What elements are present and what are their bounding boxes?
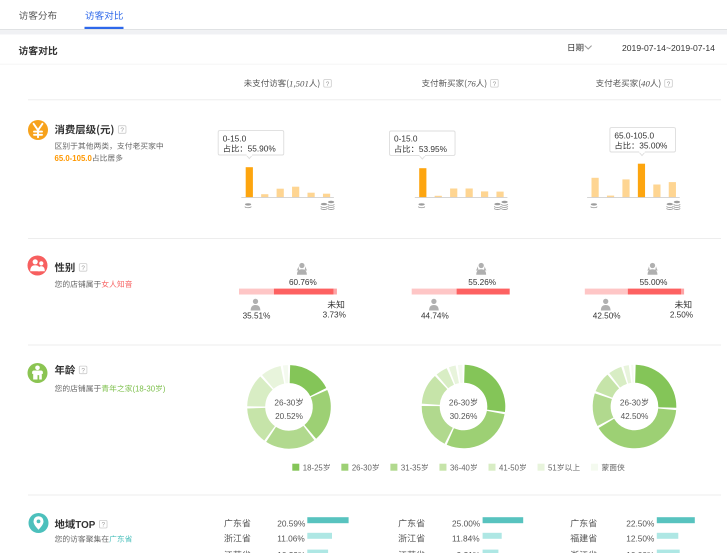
- svg-text:12.50%: 12.50%: [626, 534, 655, 544]
- svg-text:0-15.0: 0-15.0: [223, 133, 247, 143]
- svg-text:?: ?: [493, 81, 497, 88]
- svg-text:?: ?: [81, 367, 85, 374]
- svg-text:?: ?: [667, 81, 671, 88]
- svg-text:35.51%: 35.51%: [243, 311, 271, 320]
- svg-text:26-30: 26-30: [352, 463, 373, 472]
- svg-text:26-30: 26-30: [620, 398, 641, 407]
- svg-text:TOP: TOP: [75, 520, 95, 531]
- svg-text:65.0-105.0: 65.0-105.0: [614, 130, 654, 140]
- svg-text:55.26%: 55.26%: [468, 278, 496, 287]
- svg-text:3.73%: 3.73%: [323, 310, 346, 319]
- svg-text:18-25: 18-25: [303, 463, 324, 472]
- svg-text:26-30: 26-30: [449, 398, 470, 407]
- svg-text:76: 76: [467, 78, 476, 88]
- svg-text:44.74%: 44.74%: [421, 311, 449, 320]
- svg-text:0-15.0: 0-15.0: [394, 134, 418, 144]
- svg-text:42.50%: 42.50%: [593, 311, 621, 320]
- svg-text:42.50%: 42.50%: [621, 412, 649, 421]
- svg-text:30.26%: 30.26%: [450, 412, 478, 421]
- svg-text:20.59%: 20.59%: [277, 519, 306, 529]
- svg-text:36-40: 36-40: [450, 463, 471, 472]
- svg-text:?: ?: [326, 81, 330, 88]
- svg-text:55.00%: 55.00%: [640, 278, 668, 287]
- svg-text:53.95%: 53.95%: [419, 144, 448, 154]
- svg-text:22.50%: 22.50%: [626, 519, 655, 529]
- svg-text:26-30: 26-30: [274, 398, 295, 407]
- svg-text:35.00%: 35.00%: [639, 141, 668, 151]
- svg-text:51: 51: [548, 463, 557, 472]
- svg-text:25.00%: 25.00%: [452, 519, 481, 529]
- svg-text:55.90%: 55.90%: [248, 144, 277, 154]
- svg-text:11.06%: 11.06%: [277, 534, 305, 544]
- svg-text:11.84%: 11.84%: [452, 534, 480, 544]
- svg-text:40: 40: [641, 78, 650, 88]
- svg-text:60.76%: 60.76%: [289, 278, 317, 287]
- svg-text:?: ?: [81, 265, 85, 272]
- svg-text:20.52%: 20.52%: [275, 412, 303, 421]
- svg-text:65.0-105.0: 65.0-105.0: [55, 154, 93, 163]
- svg-text:2.50%: 2.50%: [670, 310, 693, 319]
- svg-text:?: ?: [101, 522, 105, 529]
- svg-text:41-50: 41-50: [499, 463, 520, 472]
- svg-text:1,501: 1,501: [289, 78, 309, 88]
- svg-text:): ): [163, 384, 166, 393]
- svg-text:31-35: 31-35: [401, 463, 422, 472]
- svg-text:2019-07-14~2019-07-14: 2019-07-14~2019-07-14: [622, 43, 715, 53]
- svg-text:?: ?: [120, 127, 124, 134]
- svg-text:(18-30: (18-30: [133, 384, 156, 393]
